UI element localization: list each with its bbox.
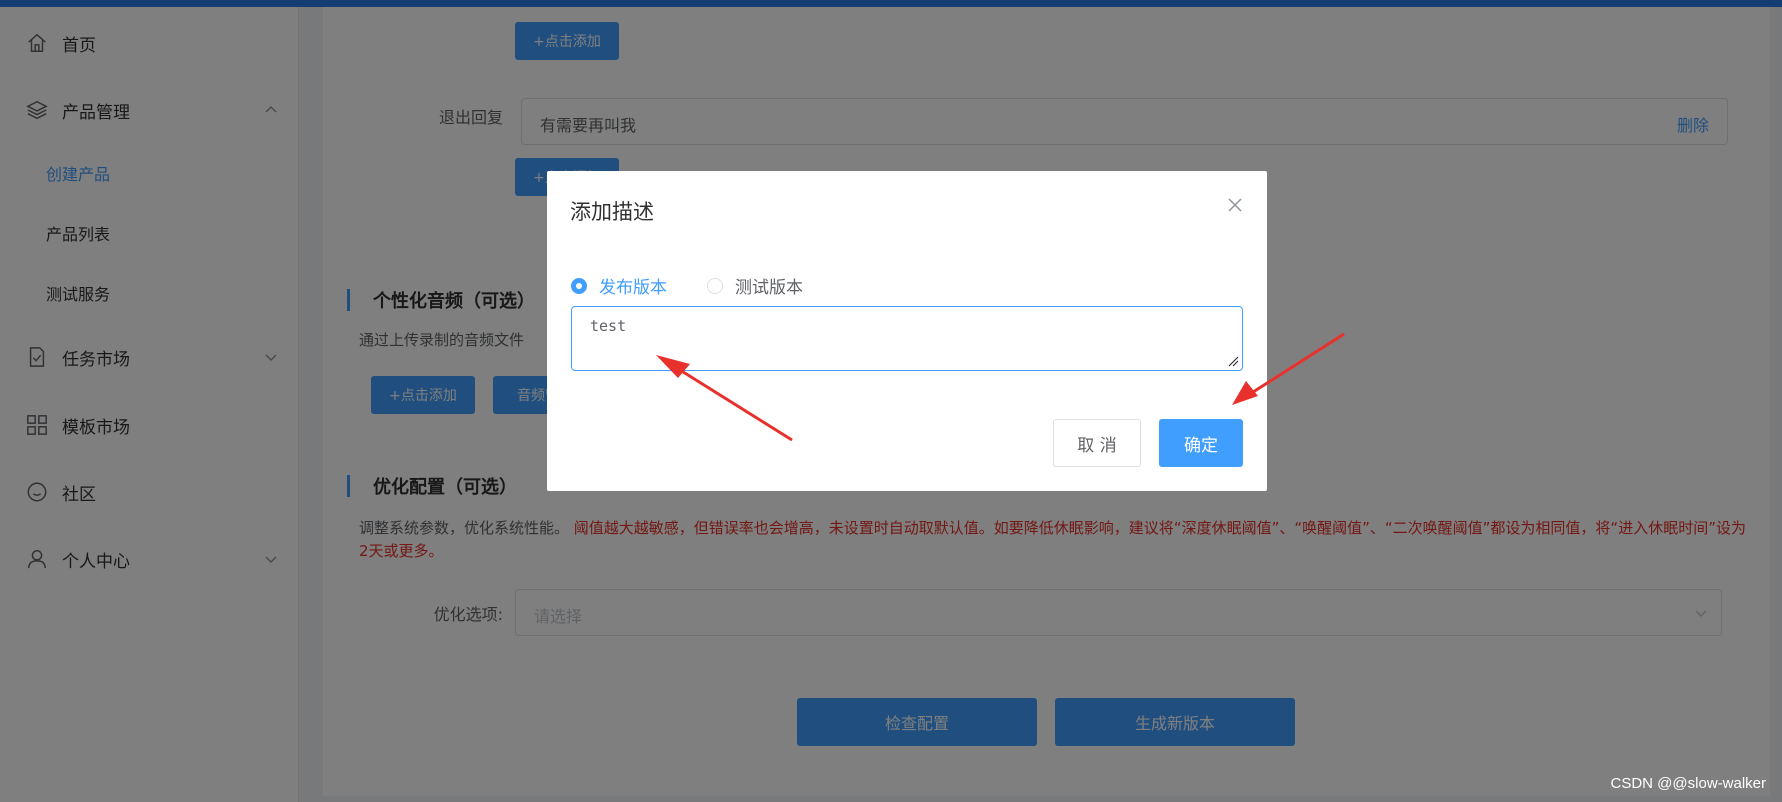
arrow-to-confirm-button	[1232, 332, 1345, 405]
watermark: CSDN @@slow-walker	[1610, 775, 1766, 792]
arrow-to-textarea	[656, 355, 793, 442]
annotation-arrows	[656, 332, 1345, 442]
